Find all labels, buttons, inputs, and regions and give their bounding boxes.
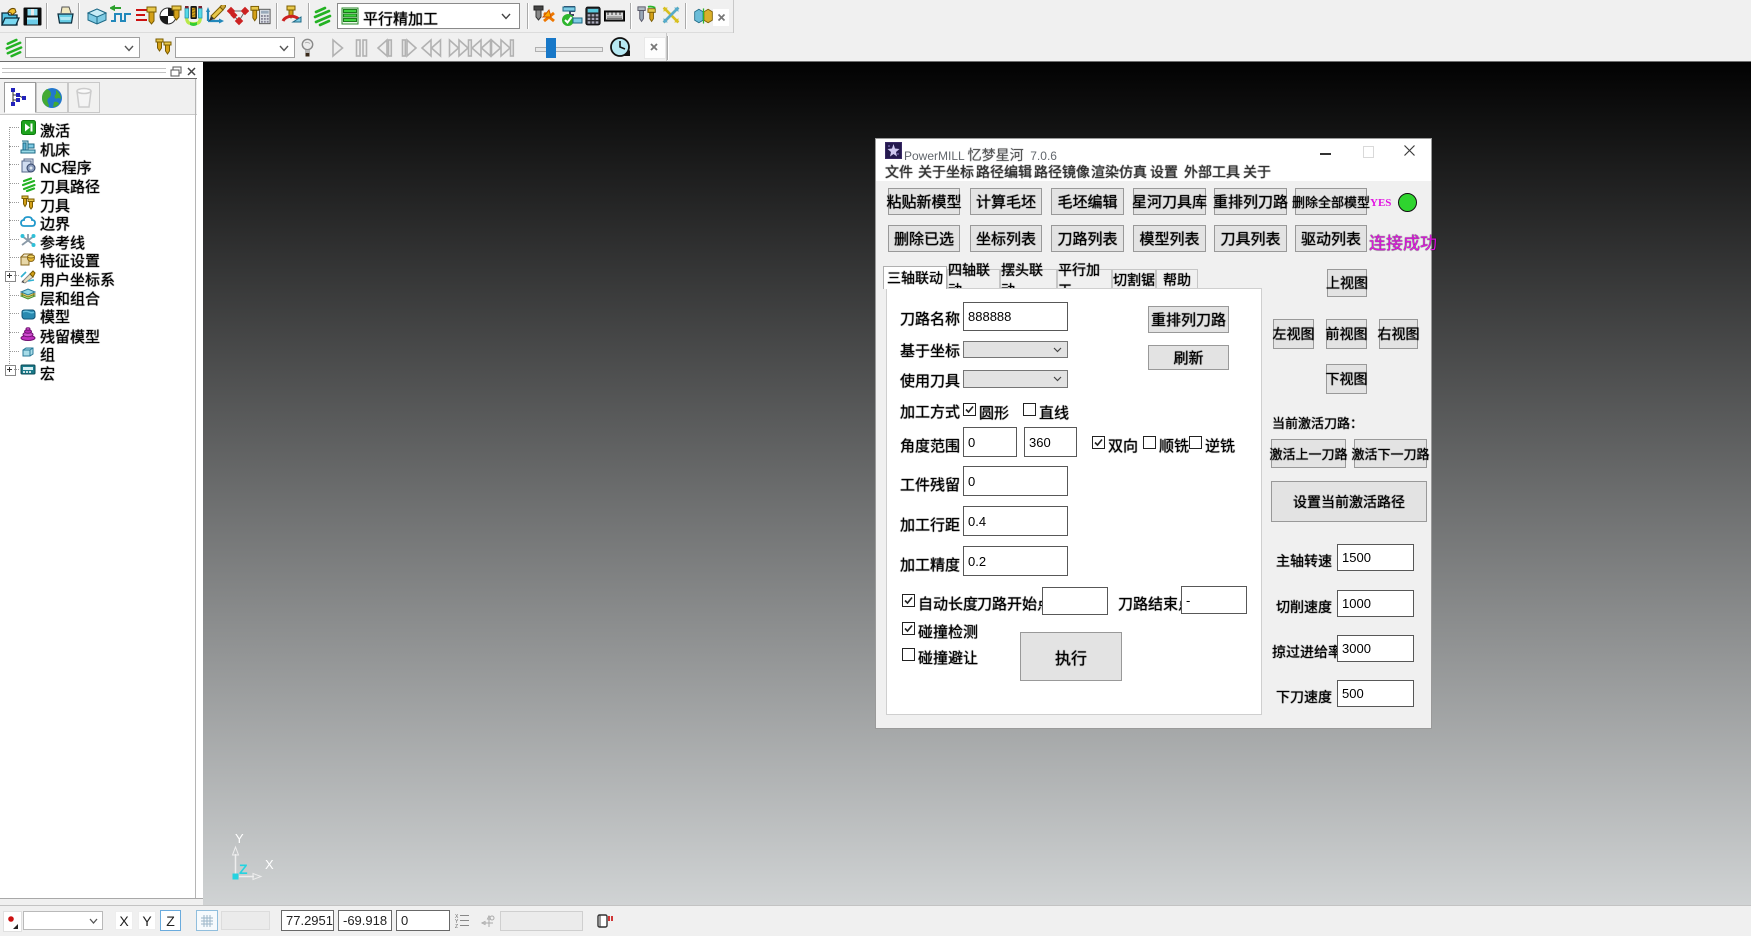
svg-text:Z: Z bbox=[239, 861, 248, 877]
svg-text:Z: Z bbox=[455, 924, 458, 929]
svg-text:X: X bbox=[265, 857, 274, 872]
svg-text:Y: Y bbox=[235, 831, 244, 846]
